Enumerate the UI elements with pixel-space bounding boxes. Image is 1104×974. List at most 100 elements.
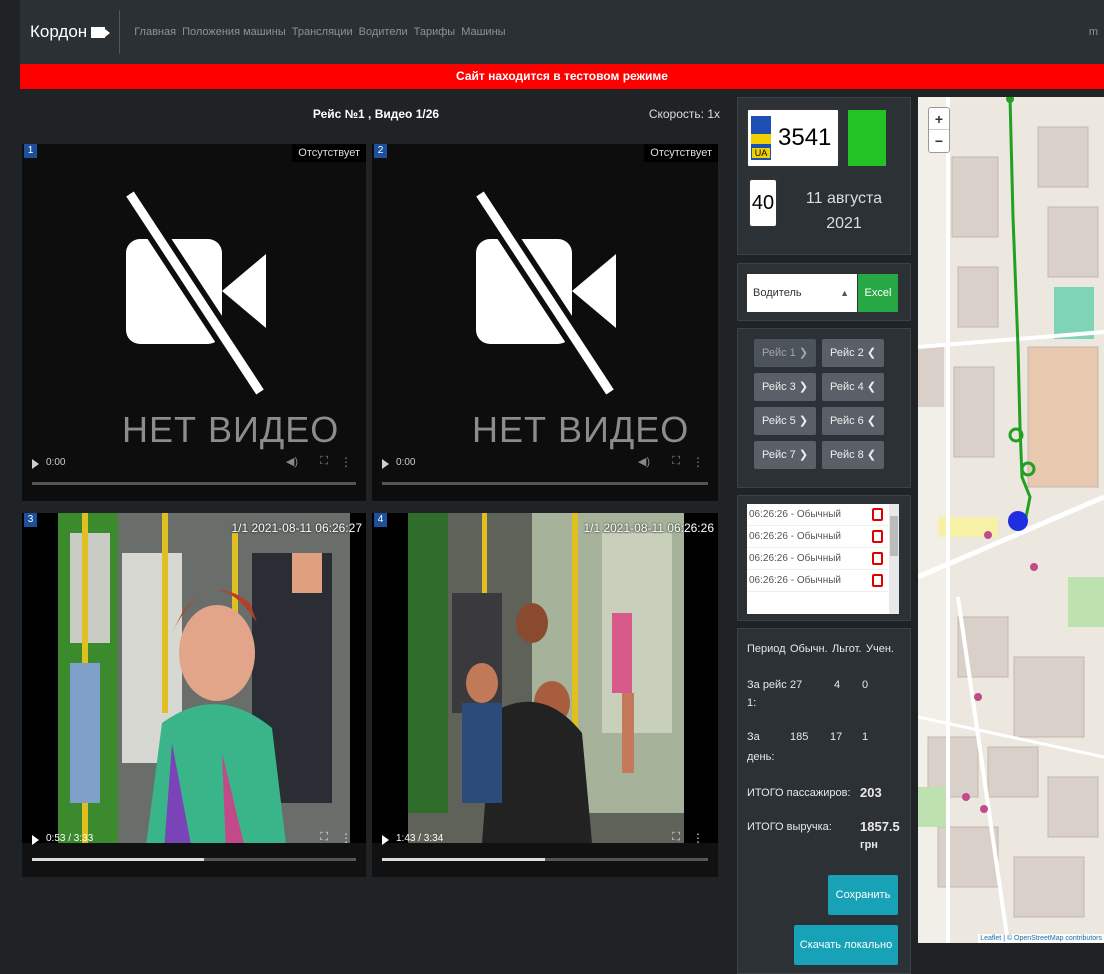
list-scrollbar[interactable] <box>889 504 899 614</box>
play-time: 0:53 / 3:33 <box>46 833 94 844</box>
play-icon[interactable] <box>382 459 389 469</box>
video-number: 1 <box>24 144 37 158</box>
play-time: 0:00 <box>396 457 416 468</box>
currency-label: грн <box>860 839 878 851</box>
list-item[interactable]: 06:26:26 - Обычный <box>747 526 899 548</box>
seek-bar[interactable] <box>382 482 708 485</box>
more-options-icon[interactable]: ⋮ <box>340 831 352 845</box>
test-mode-banner: Сайт находится в тестовом режиме <box>20 64 1104 89</box>
passenger-list-card: 06:26:26 - Обычный 06:26:26 - Обычный 06… <box>737 495 911 621</box>
play-time: 0:00 <box>46 457 66 468</box>
driver-select-value: Водитель <box>753 287 802 299</box>
nav-link-vehicles[interactable]: Машины <box>461 26 505 38</box>
volume-icon[interactable]: ◀) <box>286 455 298 468</box>
stats-trip-label-2: 1: <box>747 697 757 709</box>
download-local-button[interactable]: Скачать локально <box>794 925 898 965</box>
trip-5-button[interactable]: Рейс 5 ❯ <box>754 407 816 435</box>
stats-trip-label: За рейс <box>747 679 787 691</box>
trip-6-button[interactable]: Рейс 6 ❮ <box>822 407 884 435</box>
brand-name[interactable]: Кордон <box>30 22 87 42</box>
play-icon[interactable] <box>382 835 389 845</box>
stats-trip-discount: 4 <box>834 679 841 691</box>
nav-link-tariffs[interactable]: Тарифы <box>414 26 456 38</box>
video-timestamp: 1/1 2021-08-11 06:26:27 <box>231 521 362 535</box>
trips-card: Рейс 1 ❯ Рейс 2 ❮ Рейс 3 ❯ Рейс 4 ❮ Рейс… <box>737 328 911 488</box>
list-item[interactable]: 06:26:26 - Обычный <box>747 548 899 570</box>
map-attribution[interactable]: Leaflet | © OpenStreetMap contributors <box>978 934 1104 943</box>
zoom-out-button[interactable]: − <box>929 130 949 152</box>
driver-select[interactable]: Водитель ▲ <box>747 274 857 312</box>
trip-1-button[interactable]: Рейс 1 ❯ <box>754 339 816 367</box>
more-options-icon[interactable]: ⋮ <box>692 455 704 469</box>
nav-divider <box>119 10 121 54</box>
nav-links: Главная Положения машины Трансляции Води… <box>134 26 505 38</box>
navbar: Кордон Главная Положения машины Трансляц… <box>20 0 1104 64</box>
seek-bar[interactable] <box>32 482 356 485</box>
list-item-text: 06:26:26 - Обычный <box>749 575 842 586</box>
delete-icon[interactable] <box>872 508 883 521</box>
stats-trip-student: 0 <box>862 679 869 691</box>
trip-4-button[interactable]: Рейс 4 ❮ <box>822 373 884 401</box>
total-passengers-label: ИТОГО пассажиров: <box>747 787 851 799</box>
video-number: 2 <box>374 144 387 158</box>
more-options-icon[interactable]: ⋮ <box>692 831 704 845</box>
play-icon[interactable] <box>32 459 39 469</box>
list-item-text: 06:26:26 - Обычный <box>749 553 842 564</box>
fullscreen-icon[interactable]: ⛶ <box>320 455 328 468</box>
volume-icon[interactable]: ◀) <box>638 455 650 468</box>
seek-progress <box>382 858 545 861</box>
video-controls: 0:00 ◀) ⛶ ⋮ <box>372 441 718 501</box>
fullscreen-icon[interactable]: ⛶ <box>320 831 328 844</box>
stats-day-discount: 17 <box>830 731 843 743</box>
video-controls: 1:43 / 3:34 ⛶ ⋮ <box>372 817 718 877</box>
nav-link-vehicle-positions[interactable]: Положения машины <box>182 26 286 38</box>
video-cell-3[interactable]: 3 1/1 2021-08-11 06:26:27 0:53 / 3:33 ⛶ … <box>22 513 366 877</box>
save-button[interactable]: Сохранить <box>828 875 898 915</box>
excel-export-button[interactable]: Excel <box>858 274 898 312</box>
nav-link-drivers[interactable]: Водители <box>359 26 408 38</box>
play-icon[interactable] <box>32 835 39 845</box>
playback-speed[interactable]: Скорость: 1х <box>649 107 720 121</box>
stats-trip-regular: 27 <box>790 679 803 691</box>
stats-day-label: За <box>747 731 760 743</box>
fullscreen-icon[interactable]: ⛶ <box>672 455 680 468</box>
trip-7-button[interactable]: Рейс 7 ❯ <box>754 441 816 469</box>
route-map[interactable]: + − Leaflet | © OpenStreetMap contributo… <box>918 97 1104 943</box>
list-item[interactable]: 06:26:26 - Обычный <box>747 570 899 592</box>
video-cell-1[interactable]: 1 Отсутствует НЕТ ВИДЕО 0:00 ◀) ⛶ ⋮ <box>22 144 366 501</box>
delete-icon[interactable] <box>872 530 883 543</box>
route-number: 40 <box>748 178 778 228</box>
trip-3-button[interactable]: Рейс 3 ❯ <box>754 373 816 401</box>
seek-bar[interactable] <box>382 858 708 861</box>
total-revenue-value: 1857.5 <box>860 819 900 834</box>
video-panel: Рейс №1 , Видео 1/26 Скорость: 1х 1 Отсу… <box>20 97 732 877</box>
video-cell-2[interactable]: 2 Отсутствует НЕТ ВИДЕО 0:00 ◀) ⛶ ⋮ <box>372 144 718 501</box>
video-controls: 0:53 / 3:33 ⛶ ⋮ <box>22 817 366 877</box>
plate-number: 3541 <box>778 124 832 151</box>
fullscreen-icon[interactable]: ⛶ <box>672 831 680 844</box>
zoom-in-button[interactable]: + <box>929 108 949 130</box>
video-status: Отсутствует <box>292 144 366 162</box>
delete-icon[interactable] <box>872 552 883 565</box>
ukraine-flag-icon: UA <box>751 116 771 160</box>
stats-day-student: 1 <box>862 731 869 743</box>
more-options-icon[interactable]: ⋮ <box>340 455 352 469</box>
brand[interactable]: Кордон <box>20 22 111 42</box>
seek-bar[interactable] <box>32 858 356 861</box>
trip-8-button[interactable]: Рейс 8 ❮ <box>822 441 884 469</box>
video-cell-4[interactable]: 4 1/1 2021-08-11 06:26:26 1:43 / 3:34 ⛶ … <box>372 513 718 877</box>
nav-link-broadcasts[interactable]: Трансляции <box>292 26 353 38</box>
stats-card: Период Обычн. Льгот. Учен. За рейс 1: 27… <box>737 628 911 974</box>
passenger-list[interactable]: 06:26:26 - Обычный 06:26:26 - Обычный 06… <box>747 504 899 614</box>
nav-user-menu[interactable]: m <box>1089 26 1098 38</box>
video-title: Рейс №1 , Видео 1/26 <box>312 107 440 121</box>
delete-icon[interactable] <box>872 574 883 587</box>
stats-day-regular: 185 <box>790 731 809 743</box>
trip-2-button[interactable]: Рейс 2 ❮ <box>822 339 884 367</box>
stats-header-discount: Льгот. <box>832 643 862 655</box>
stats-header-period: Период <box>747 643 786 655</box>
nav-link-home[interactable]: Главная <box>134 26 176 38</box>
list-item[interactable]: 06:26:26 - Обычный <box>747 504 899 526</box>
stats-day-label-2: день: <box>747 751 775 763</box>
stats-header-regular: Обычн. <box>790 643 828 655</box>
